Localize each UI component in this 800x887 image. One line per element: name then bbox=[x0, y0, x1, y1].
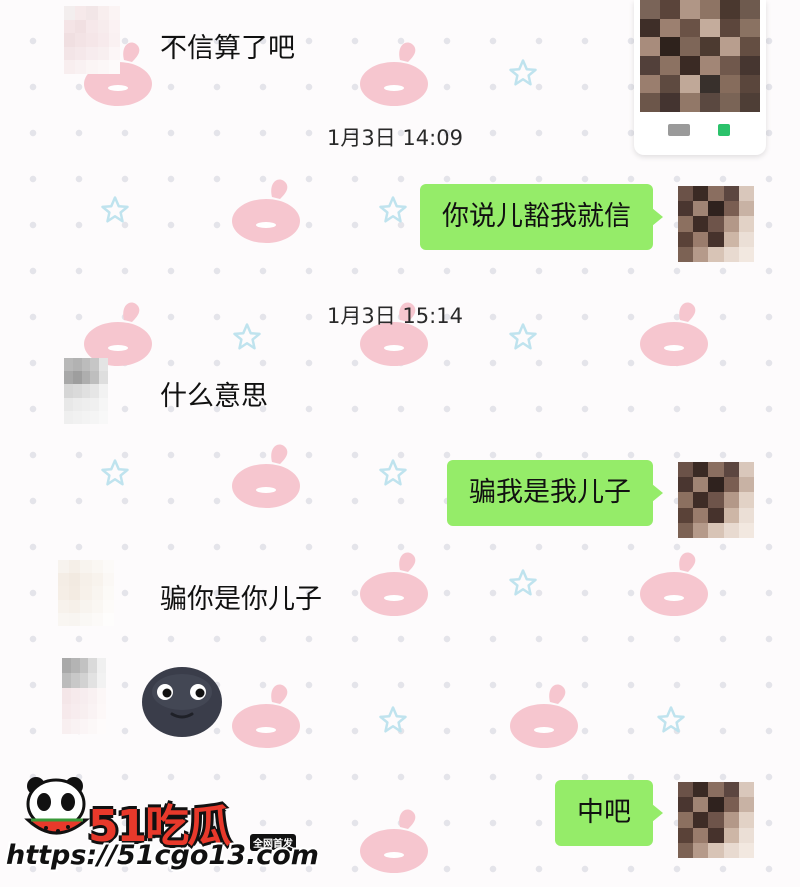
bunny-decoration bbox=[640, 552, 708, 616]
pixelated-avatar-image bbox=[64, 6, 120, 74]
star-icon bbox=[657, 706, 685, 733]
star-icon bbox=[379, 706, 407, 733]
video-call-floating-window[interactable] bbox=[634, 0, 766, 155]
contact-avatar[interactable] bbox=[58, 560, 114, 626]
message-text[interactable]: 不信算了吧 bbox=[160, 26, 295, 65]
bunny-decoration bbox=[232, 684, 300, 748]
star-icon bbox=[509, 59, 537, 86]
bunny-decoration bbox=[360, 552, 428, 616]
dark-round-face-sticker[interactable] bbox=[140, 662, 224, 738]
pixelated-avatar-image bbox=[678, 186, 754, 262]
message-bubble-outgoing[interactable]: 骗我是我儿子 bbox=[447, 460, 663, 526]
star-icon bbox=[379, 459, 407, 486]
star-icon bbox=[509, 569, 537, 596]
camera-icon[interactable] bbox=[668, 124, 690, 136]
star-icon bbox=[101, 459, 129, 486]
pixelated-avatar-image bbox=[64, 358, 108, 424]
bunny-decoration bbox=[360, 42, 428, 106]
message-bubble-outgoing[interactable]: 你说儿豁我就信 bbox=[420, 184, 663, 250]
bunny-decoration bbox=[510, 684, 578, 748]
bunny-decoration bbox=[360, 809, 428, 873]
message-text[interactable]: 什么意思 bbox=[160, 374, 268, 413]
bunny-decoration bbox=[232, 444, 300, 508]
star-icon bbox=[101, 196, 129, 223]
message-text[interactable]: 骗你是你儿子 bbox=[160, 577, 322, 616]
panda-watermelon-logo-icon bbox=[24, 777, 91, 835]
contact-avatar[interactable] bbox=[62, 658, 106, 734]
timestamp: 1月3日 15:14 bbox=[327, 304, 463, 328]
contact-avatar[interactable] bbox=[64, 6, 120, 74]
call-status-indicator bbox=[718, 124, 730, 136]
pixelated-avatar-image bbox=[62, 658, 106, 734]
watermark-url: https://51cgo13.com bbox=[6, 840, 319, 871]
star-icon bbox=[379, 196, 407, 223]
self-avatar[interactable] bbox=[678, 186, 754, 262]
self-avatar[interactable] bbox=[678, 782, 754, 858]
video-preview bbox=[640, 0, 760, 112]
self-avatar[interactable] bbox=[678, 462, 754, 538]
pixelated-avatar-image bbox=[678, 462, 754, 538]
contact-avatar[interactable] bbox=[64, 358, 108, 424]
pixelated-avatar-image bbox=[58, 560, 114, 626]
message-bubble-outgoing[interactable]: 中吧 bbox=[555, 780, 663, 846]
bunny-decoration bbox=[232, 179, 300, 243]
pixelated-avatar-image bbox=[678, 782, 754, 858]
